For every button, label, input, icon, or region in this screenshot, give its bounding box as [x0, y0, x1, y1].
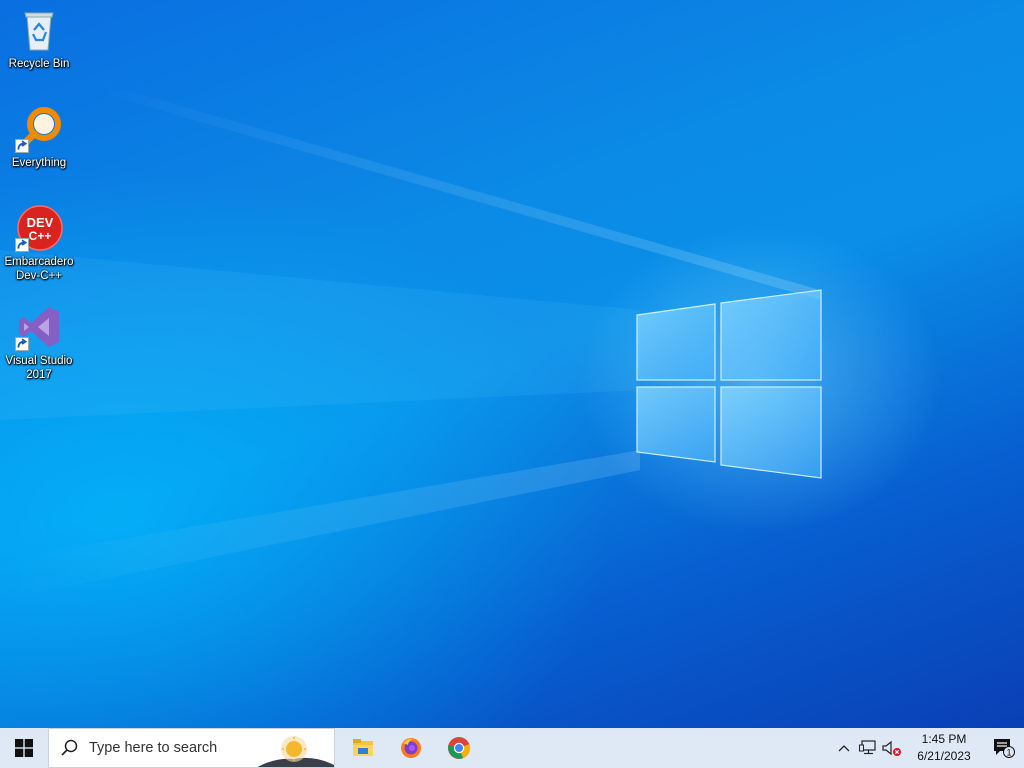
network-icon	[859, 740, 876, 755]
dev-cpp-icon: DEV C++	[15, 204, 63, 252]
notification-icon: 1	[994, 739, 1015, 758]
desktop-icon-everything[interactable]: Everything	[1, 105, 77, 170]
search-icon	[49, 739, 89, 757]
desktop-icon-dev-cpp[interactable]: DEV C++ Embarcadero Dev-C++	[1, 204, 77, 283]
search-highlight-image[interactable]	[254, 729, 334, 768]
taskbar: Type here to search 1:45 PM 6/21/2023 1	[0, 728, 1024, 768]
chrome-icon	[448, 737, 471, 759]
desktop-icon-recycle-bin[interactable]: Recycle Bin	[1, 6, 77, 71]
everything-search-icon	[15, 105, 63, 153]
speaker-muted-icon	[882, 740, 901, 756]
shortcut-arrow-icon	[15, 337, 29, 351]
taskbar-file-explorer[interactable]	[339, 728, 387, 768]
clock-time: 1:45 PM	[921, 732, 967, 746]
taskbar-firefox[interactable]	[387, 728, 435, 768]
volume-button[interactable]	[880, 728, 904, 768]
svg-text:C++: C++	[29, 229, 52, 243]
chevron-up-icon	[838, 745, 850, 752]
clock-date: 6/21/2023	[917, 749, 971, 763]
action-center-button[interactable]: 1	[984, 728, 1024, 768]
desktop-icon-label: Visual Studio 2017	[5, 355, 73, 381]
taskbar-chrome[interactable]	[435, 728, 483, 768]
recycle-bin-icon	[15, 6, 63, 54]
desktop-icon-label: Everything	[11, 157, 67, 169]
windows-logo-wallpaper	[0, 80, 822, 600]
firefox-icon	[401, 738, 421, 758]
desktop-icon-label: Recycle Bin	[8, 58, 70, 70]
network-status-button[interactable]	[856, 728, 880, 768]
svg-text:DEV: DEV	[27, 215, 54, 230]
search-input[interactable]: Type here to search	[48, 728, 335, 768]
desktop-icon-visual-studio[interactable]: Visual Studio 2017	[1, 303, 77, 382]
clock[interactable]: 1:45 PM 6/21/2023	[904, 731, 984, 765]
notification-count: 1	[1006, 748, 1011, 758]
desktop-icon-label: Embarcadero Dev-C++	[4, 256, 74, 282]
windows-logo-icon	[15, 739, 33, 757]
shortcut-arrow-icon	[15, 238, 29, 252]
visual-studio-icon	[15, 303, 63, 351]
shortcut-arrow-icon	[15, 139, 29, 153]
search-placeholder: Type here to search	[89, 740, 218, 756]
file-explorer-icon	[353, 739, 373, 756]
start-button[interactable]	[0, 728, 48, 768]
show-hidden-icons-button[interactable]	[832, 728, 856, 768]
system-tray: 1:45 PM 6/21/2023 1	[832, 728, 1024, 768]
desktop-background[interactable]: Recycle Bin Everything DEV C++ Embarcade…	[0, 0, 1024, 728]
